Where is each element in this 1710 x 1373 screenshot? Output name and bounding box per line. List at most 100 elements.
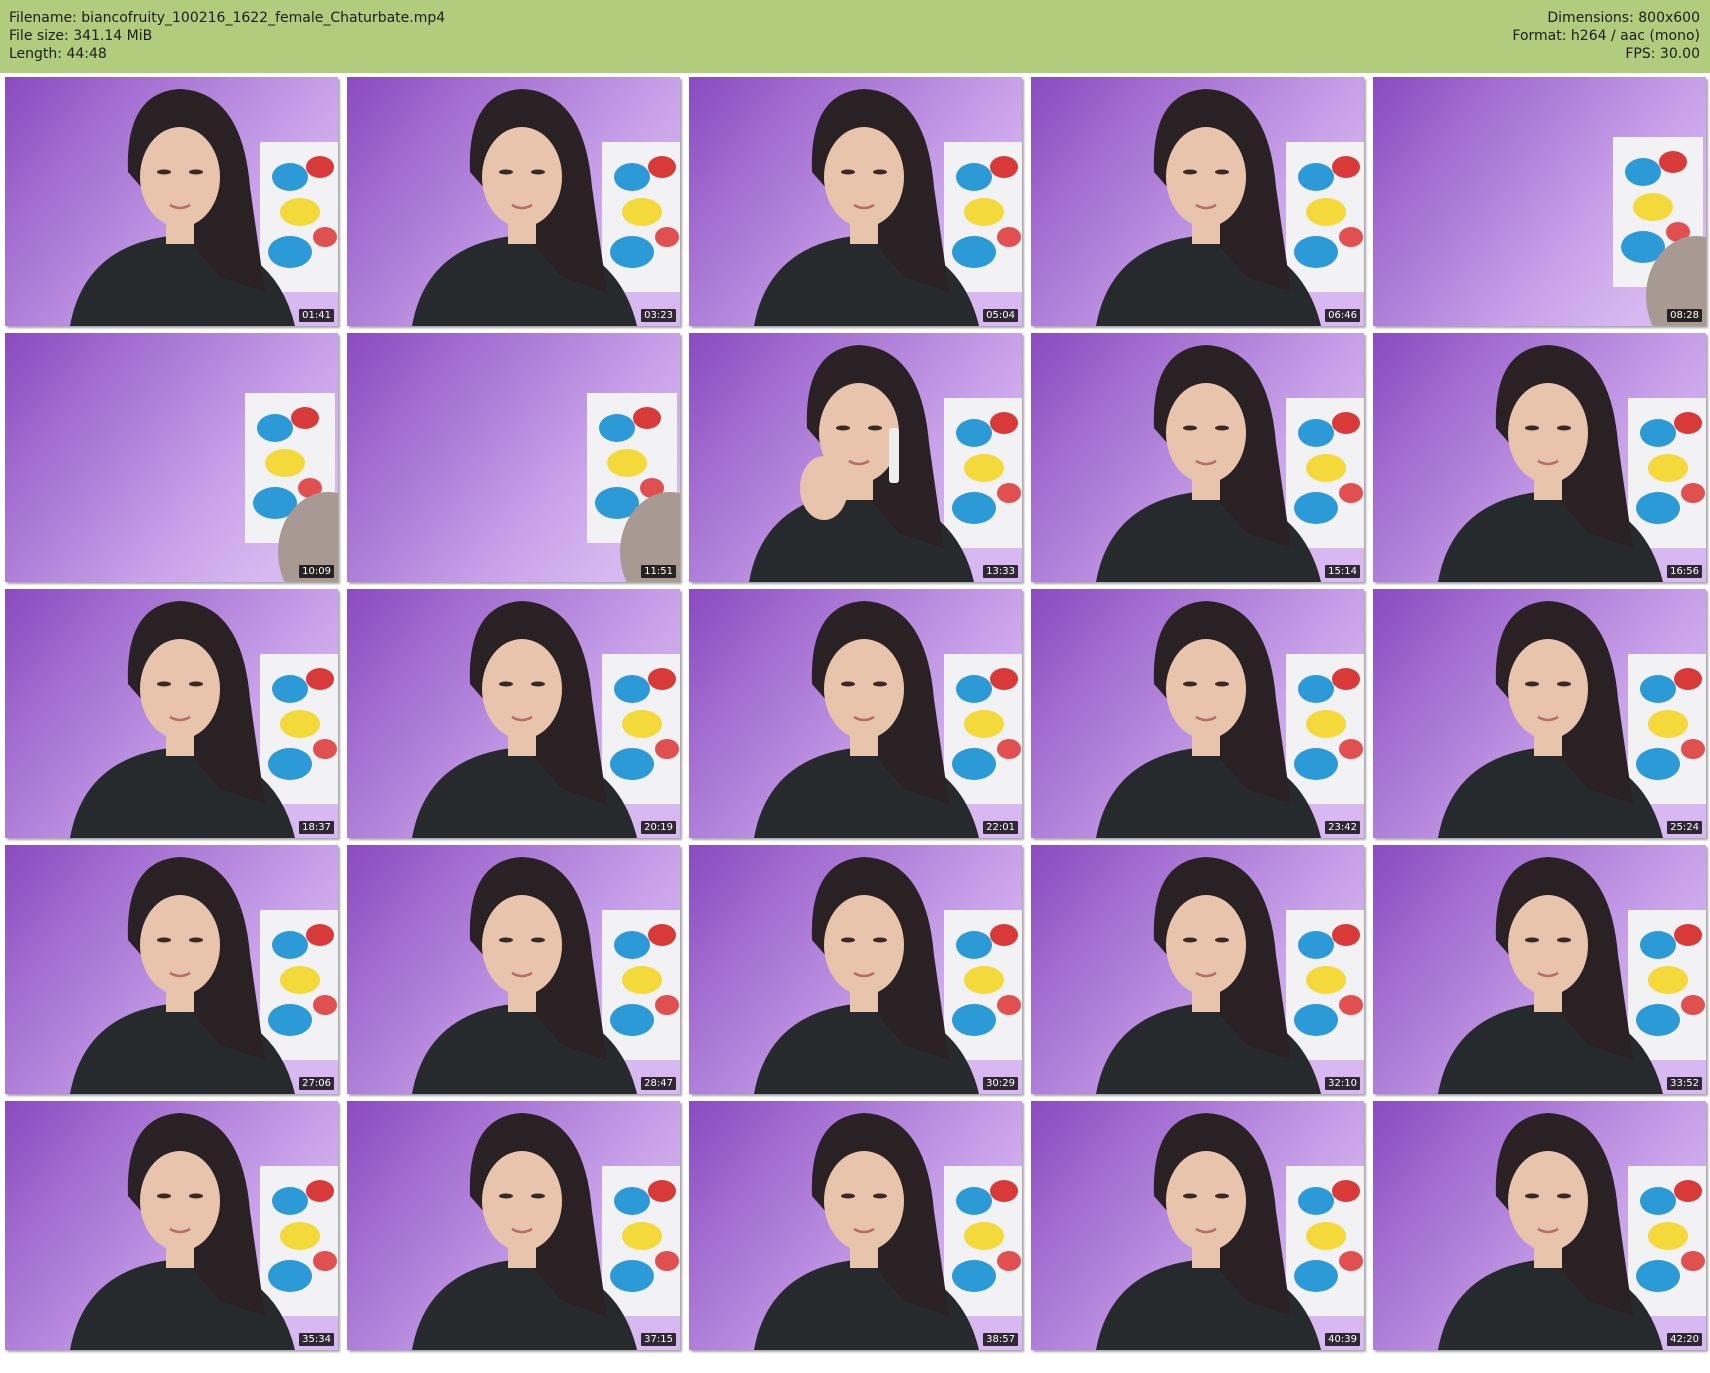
butterfly-poster	[260, 654, 338, 804]
timestamp-label: 05:04	[983, 309, 1018, 322]
video-thumbnail[interactable]: 06:46	[1031, 77, 1364, 326]
fps-text: FPS: 30.00	[1625, 46, 1700, 62]
video-thumbnail[interactable]: 35:34	[5, 1101, 338, 1350]
timestamp-label: 35:34	[299, 1333, 334, 1346]
thumbnail-frame	[1373, 845, 1706, 1094]
timestamp-label: 06:46	[1325, 309, 1360, 322]
video-thumbnail[interactable]: 38:57	[689, 1101, 1022, 1350]
butterfly-poster	[602, 654, 680, 804]
thumbnail-frame	[689, 77, 1022, 326]
dimensions-text: Dimensions: 800x600	[1547, 10, 1700, 26]
thumbnail-frame	[347, 845, 680, 1094]
header-right-info: Dimensions: 800x600 Format: h264 / aac (…	[1512, 9, 1700, 63]
video-thumbnail[interactable]: 01:41	[5, 77, 338, 326]
video-thumbnail[interactable]: 30:29	[689, 845, 1022, 1094]
video-thumbnail[interactable]: 13:33	[689, 333, 1022, 582]
thumbnail-frame	[1031, 845, 1364, 1094]
butterfly-poster	[260, 1166, 338, 1316]
timestamp-label: 33:52	[1667, 1077, 1702, 1090]
thumbnail-frame	[1031, 1101, 1364, 1350]
thumbnail-grid: 01:41 03:23 05:04 06:46 08:28 10:09 11:51 13:33…	[0, 73, 1710, 1373]
timestamp-label: 30:29	[983, 1077, 1018, 1090]
timestamp-label: 40:39	[1325, 1333, 1360, 1346]
thumbnail-frame	[347, 333, 680, 582]
timestamp-label: 20:19	[641, 821, 676, 834]
butterfly-poster	[1628, 1166, 1706, 1316]
thumbnail-frame	[1031, 77, 1364, 326]
timestamp-label: 13:33	[983, 565, 1018, 578]
video-thumbnail[interactable]: 22:01	[689, 589, 1022, 838]
thumbnail-frame	[5, 845, 338, 1094]
butterfly-poster	[1286, 142, 1364, 292]
thumbnail-frame	[1373, 589, 1706, 838]
header-left-info: Filename: biancofruity_100216_1622_femal…	[9, 9, 445, 63]
timestamp-label: 37:15	[641, 1333, 676, 1346]
timestamp-label: 38:57	[983, 1333, 1018, 1346]
butterfly-poster	[1286, 910, 1364, 1060]
timestamp-label: 22:01	[983, 821, 1018, 834]
timestamp-label: 32:10	[1325, 1077, 1360, 1090]
filesize-text: File size: 341.14 MiB	[9, 28, 153, 44]
thumbnail-frame	[5, 333, 338, 582]
timestamp-label: 08:28	[1667, 309, 1702, 322]
video-thumbnail[interactable]: 03:23	[347, 77, 680, 326]
butterfly-poster	[602, 1166, 680, 1316]
video-thumbnail[interactable]: 11:51	[347, 333, 680, 582]
thumbnail-frame	[5, 1101, 338, 1350]
butterfly-poster	[602, 142, 680, 292]
video-thumbnail[interactable]: 32:10	[1031, 845, 1364, 1094]
butterfly-poster	[260, 910, 338, 1060]
video-thumbnail[interactable]: 15:14	[1031, 333, 1364, 582]
thumbnail-frame	[347, 77, 680, 326]
video-thumbnail[interactable]: 23:42	[1031, 589, 1364, 838]
butterfly-poster	[1286, 1166, 1364, 1316]
video-thumbnail[interactable]: 33:52	[1373, 845, 1706, 1094]
thumbnail-frame	[5, 589, 338, 838]
butterfly-poster	[1286, 398, 1364, 548]
video-thumbnail[interactable]: 10:09	[5, 333, 338, 582]
video-thumbnail[interactable]: 08:28	[1373, 77, 1706, 326]
butterfly-poster	[944, 654, 1022, 804]
timestamp-label: 11:51	[641, 565, 676, 578]
timestamp-label: 03:23	[641, 309, 676, 322]
butterfly-poster	[260, 142, 338, 292]
butterfly-poster	[944, 1166, 1022, 1316]
video-thumbnail[interactable]: 25:24	[1373, 589, 1706, 838]
butterfly-poster	[1628, 910, 1706, 1060]
timestamp-label: 15:14	[1325, 565, 1360, 578]
video-thumbnail[interactable]: 27:06	[5, 845, 338, 1094]
timestamp-label: 23:42	[1325, 821, 1360, 834]
video-thumbnail[interactable]: 18:37	[5, 589, 338, 838]
butterfly-poster	[944, 910, 1022, 1060]
thumbnail-frame	[1031, 333, 1364, 582]
timestamp-label: 28:47	[641, 1077, 676, 1090]
video-thumbnail[interactable]: 28:47	[347, 845, 680, 1094]
filename-text: Filename: biancofruity_100216_1622_femal…	[9, 10, 446, 26]
info-header: Filename: biancofruity_100216_1622_femal…	[0, 0, 1710, 73]
thumbnail-frame	[1373, 333, 1706, 582]
video-thumbnail[interactable]: 42:20	[1373, 1101, 1706, 1350]
timestamp-label: 42:20	[1667, 1333, 1702, 1346]
butterfly-poster	[944, 398, 1022, 548]
video-thumbnail[interactable]: 05:04	[689, 77, 1022, 326]
video-thumbnail[interactable]: 20:19	[347, 589, 680, 838]
video-thumbnail[interactable]: 37:15	[347, 1101, 680, 1350]
length-text: Length: 44:48	[9, 46, 107, 62]
thumbnail-frame	[1373, 77, 1706, 326]
thumbnail-frame	[347, 1101, 680, 1350]
butterfly-poster	[944, 142, 1022, 292]
butterfly-poster	[1286, 654, 1364, 804]
timestamp-label: 01:41	[299, 309, 334, 322]
thumbnail-frame	[689, 333, 1022, 582]
thumbnail-frame	[1373, 1101, 1706, 1350]
format-text: Format: h264 / aac (mono)	[1512, 28, 1700, 44]
thumbnail-frame	[347, 589, 680, 838]
butterfly-poster	[1628, 654, 1706, 804]
timestamp-label: 18:37	[299, 821, 334, 834]
video-thumbnail[interactable]: 40:39	[1031, 1101, 1364, 1350]
thumbnail-frame	[689, 845, 1022, 1094]
timestamp-label: 10:09	[299, 565, 334, 578]
video-thumbnail[interactable]: 16:56	[1373, 333, 1706, 582]
thumbnail-frame	[5, 77, 338, 326]
thumbnail-frame	[1031, 589, 1364, 838]
